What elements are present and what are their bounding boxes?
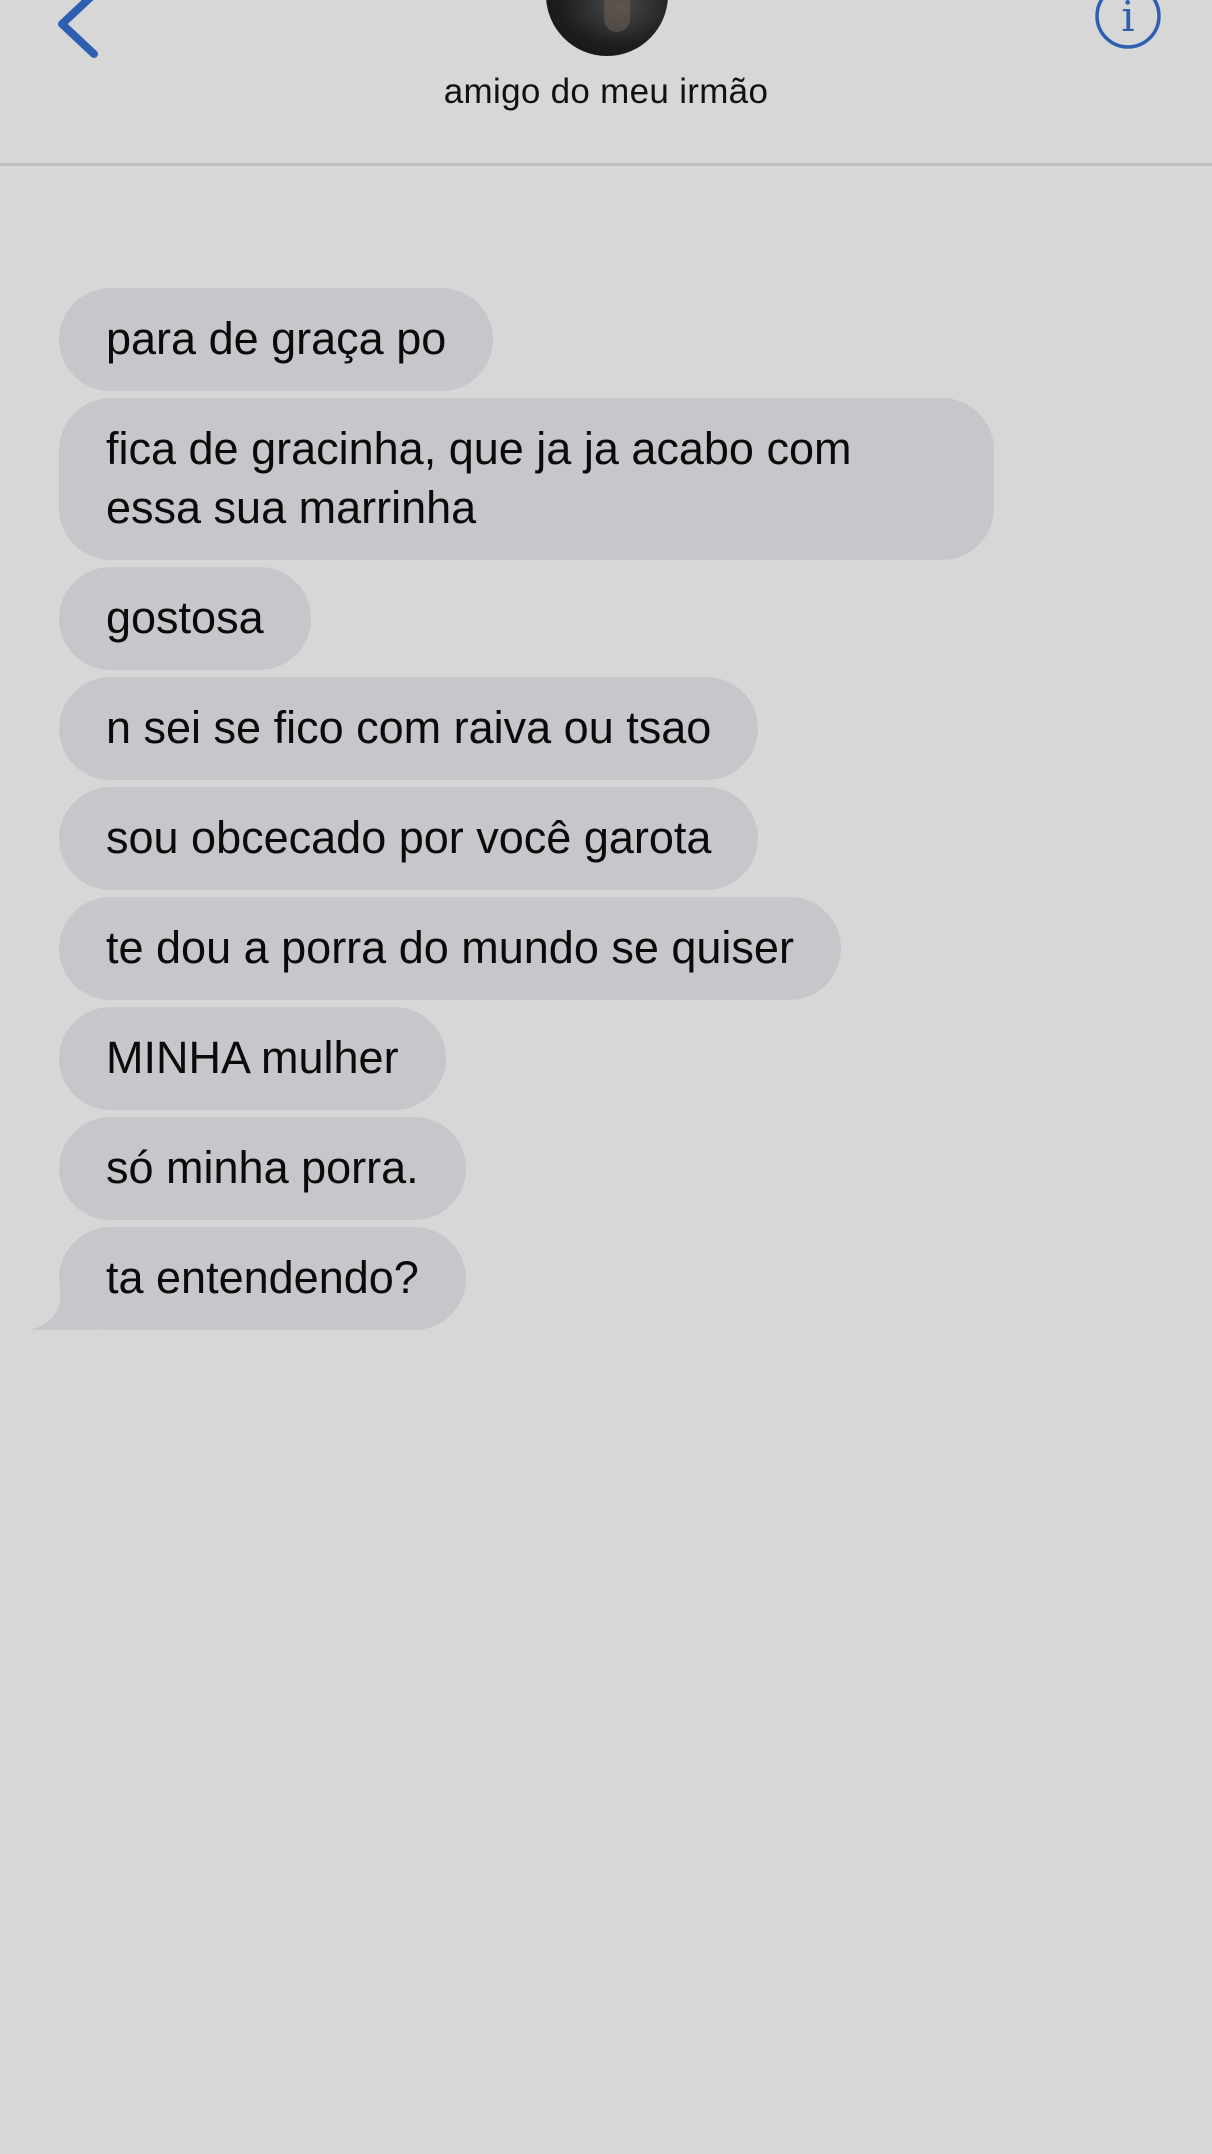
chevron-left-icon xyxy=(58,0,98,58)
info-icon: i xyxy=(1095,0,1161,49)
message-bubble[interactable]: MINHA mulher xyxy=(59,1007,446,1110)
message-text: MINHA mulher xyxy=(106,1032,399,1083)
conversation-header: amigo do meu irmão i xyxy=(0,0,1212,166)
message-bubble[interactable]: sou obcecado por você garota xyxy=(59,787,759,890)
info-button[interactable]: i xyxy=(1093,0,1163,52)
message-bubble-last[interactable]: ta entendendo? xyxy=(29,1227,466,1330)
message-text: fica de gracinha, que ja ja acabo com es… xyxy=(106,423,852,533)
message-text: para de graça po xyxy=(106,313,447,364)
message-bubble[interactable]: para de graça po xyxy=(59,288,494,391)
message-text: n sei se fico com raiva ou tsao xyxy=(106,702,712,753)
message-text: gostosa xyxy=(106,592,264,643)
avatar[interactable] xyxy=(546,0,668,56)
message-bubble[interactable]: n sei se fico com raiva ou tsao xyxy=(59,677,759,780)
bubble-tail xyxy=(29,1282,99,1330)
message-bubble[interactable]: fica de gracinha, que ja ja acabo com es… xyxy=(59,398,994,560)
contact-name[interactable]: amigo do meu irmão xyxy=(0,72,1212,112)
message-text: só minha porra. xyxy=(106,1142,419,1193)
message-bubble[interactable]: te dou a porra do mundo se quiser xyxy=(59,897,841,1000)
message-text: te dou a porra do mundo se quiser xyxy=(106,922,794,973)
back-button[interactable] xyxy=(48,0,118,62)
message-text: sou obcecado por você garota xyxy=(106,812,712,863)
message-list: para de graça po fica de gracinha, que j… xyxy=(0,288,1212,1337)
message-bubble[interactable]: gostosa xyxy=(59,567,311,670)
svg-text:i: i xyxy=(1121,0,1134,41)
message-bubble[interactable]: só minha porra. xyxy=(59,1117,466,1220)
message-text: ta entendendo? xyxy=(106,1252,419,1303)
